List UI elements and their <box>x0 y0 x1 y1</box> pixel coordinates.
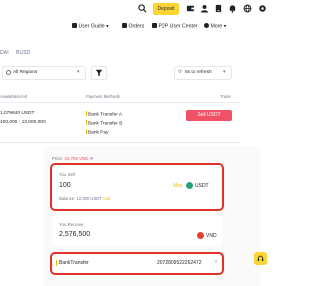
row-available: 1,079840 USDT <box>0 111 35 116</box>
search-icon[interactable] <box>138 4 147 13</box>
refresh-icon: ⟳ <box>89 156 94 161</box>
menu-orders[interactable]: Orders <box>122 23 144 30</box>
you-receive-box[interactable]: You Receive 2,576,500 VND <box>52 216 222 246</box>
receive-amount: 2,576,500 <box>59 231 91 238</box>
chevron-down-icon: ▾ <box>77 69 80 75</box>
bell-icon[interactable] <box>228 4 237 13</box>
tab-dai[interactable]: DAI <box>0 50 9 56</box>
region-select-value: All Regions <box>13 70 38 75</box>
divider <box>0 142 240 143</box>
settings-icon[interactable] <box>258 4 267 13</box>
globe-icon[interactable] <box>243 4 252 13</box>
chevron-right-icon: › <box>215 259 217 265</box>
chevron-down-icon: ▾ <box>223 69 226 75</box>
headset-icon <box>257 255 264 261</box>
globe-icon <box>6 70 11 75</box>
refresh-select[interactable]: ⟳ 5s to refresh ▾ <box>174 66 232 80</box>
payment-method-select[interactable]: BankTransfer 2072809522262472 › <box>50 252 224 275</box>
payment-method-3: Bank Pay <box>86 129 109 136</box>
you-sell-box[interactable]: You Sell 100 Max USDT Balance: 12,000 US… <box>50 163 224 211</box>
menu-p2p-user-center[interactable]: P2P User Center <box>152 23 198 30</box>
refresh-icon: ⟳ <box>178 69 183 75</box>
orders-icon <box>122 23 127 28</box>
payment-method-2: Bank Transfer B <box>86 120 123 127</box>
divider <box>0 102 240 103</box>
filter-button[interactable] <box>91 66 107 80</box>
region-select[interactable]: All Regions ▾ <box>2 66 86 80</box>
add-link[interactable]: Add <box>103 196 110 201</box>
you-sell-label: You Sell <box>59 172 75 177</box>
header-payment-methods: Payment Methods <box>86 94 120 99</box>
filter-icon <box>95 69 103 77</box>
book-icon <box>72 23 77 28</box>
receive-currency: VND <box>206 233 217 239</box>
header-trade: Trade <box>220 94 231 99</box>
deposit-button[interactable]: Deposit <box>153 3 179 15</box>
price-row: Price: 24,765 VND ⟳ <box>52 156 94 161</box>
row-limit: 100,000 - 13,000,000 <box>0 120 46 125</box>
download-icon[interactable] <box>214 4 223 13</box>
sell-usdt-button[interactable]: Sell USDT <box>186 110 232 121</box>
chevron-down-icon: ▾ <box>106 23 109 30</box>
usdt-icon <box>186 182 193 189</box>
sell-currency: USDT <box>195 183 209 189</box>
you-receive-label: You Receive <box>59 222 84 227</box>
header-available-limit: Available/Limit <box>0 94 27 99</box>
user-center-icon <box>152 23 157 28</box>
menu-user-guide[interactable]: User Guide ▾ <box>72 23 109 30</box>
menu-more[interactable]: More ▾ <box>204 23 226 30</box>
account-number: 2072809522262472 <box>157 260 202 266</box>
support-button[interactable] <box>254 252 267 265</box>
chevron-down-icon: ▾ <box>223 23 227 30</box>
price-value: 24,765 VND <box>64 156 89 161</box>
balance-row: Balance: 12,000 USDT Add <box>59 196 111 201</box>
wallet-icon[interactable] <box>186 4 195 13</box>
payment-method-1: Bank Transfer A <box>86 111 123 118</box>
top-nav: Deposit <box>0 0 311 20</box>
more-icon <box>204 23 209 28</box>
user-icon[interactable] <box>200 4 209 13</box>
payment-marker <box>56 260 57 266</box>
payment-method-name: BankTransfer <box>59 260 89 266</box>
vnd-icon <box>197 232 204 239</box>
refresh-select-value: 5s to refresh <box>185 70 212 75</box>
tab-busd[interactable]: BUSD <box>16 50 30 56</box>
max-button[interactable]: Max <box>173 183 182 189</box>
sell-amount-input[interactable]: 100 <box>59 182 71 189</box>
